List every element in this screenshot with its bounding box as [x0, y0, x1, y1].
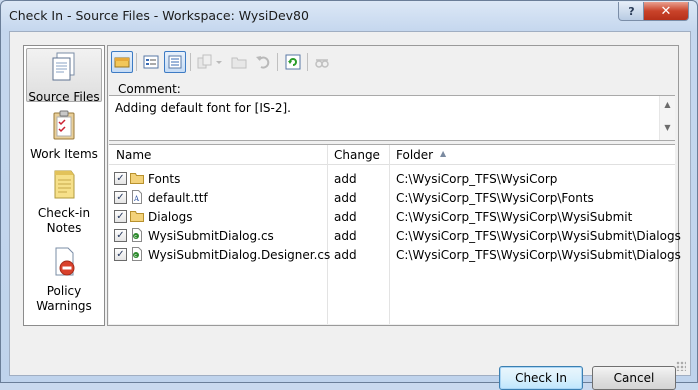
close-button[interactable]: ✕	[643, 2, 689, 21]
folder-path: C:\WysiCorp_TFS\WysiCorp\Fonts	[396, 191, 594, 205]
policy-warnings-icon	[55, 247, 75, 276]
nav-item-label: Source Files	[28, 90, 100, 104]
title-bar: Check In - Source Files - Workspace: Wys…	[1, 1, 697, 31]
nav-item-checkin-notes[interactable]: Check-in Notes	[26, 168, 102, 235]
checkin-notes-icon	[54, 170, 75, 199]
comment-scrollbar[interactable]: ▲ ▼	[659, 96, 675, 140]
toolbar-separator	[136, 53, 137, 71]
include-checkbox[interactable]: ✓	[114, 210, 127, 223]
source-files-icon	[52, 52, 75, 81]
folder-path: C:\WysiCorp_TFS\WysiCorp	[396, 172, 558, 186]
work-items-icon	[53, 110, 75, 140]
file-name: Dialogs	[148, 210, 193, 224]
file-name: default.ttf	[148, 191, 208, 205]
svg-text:c: c	[134, 234, 137, 240]
undo-button[interactable]	[252, 51, 274, 73]
shelve-icon	[114, 57, 130, 68]
column-header-change[interactable]: Change	[334, 148, 380, 162]
include-checkbox[interactable]: ✓	[114, 172, 127, 185]
refresh-button[interactable]	[282, 51, 304, 73]
refresh-icon	[285, 54, 301, 70]
include-checkbox[interactable]: ✓	[114, 248, 127, 261]
dialog-body: Source Files Work Items Check-in Notes P…	[9, 31, 691, 390]
change-type: add	[334, 229, 357, 243]
folder-path: C:\WysiCorp_TFS\WysiCorp\WysiSubmit\Dial…	[396, 248, 681, 262]
change-type: add	[334, 172, 357, 186]
check-in-button[interactable]: Check In	[499, 366, 583, 390]
table-row[interactable]: ✓ c WysiSubmitDialog.cs add C:\WysiCorp_…	[109, 226, 681, 245]
resize-grip-icon[interactable]	[676, 361, 686, 371]
comment-field[interactable]: Adding default font for [IS-2]. ▲ ▼	[109, 95, 675, 141]
nav-item-label: Policy Warnings	[36, 284, 92, 313]
folder-icon	[130, 211, 144, 222]
svg-text:A: A	[133, 195, 140, 203]
font-file-icon: A	[132, 190, 142, 204]
sort-ascending-icon: ▲	[440, 149, 447, 158]
compare-icon	[197, 54, 222, 69]
flat-view-button[interactable]	[140, 51, 162, 73]
shelve-button[interactable]	[111, 51, 133, 73]
window-title: Check In - Source Files - Workspace: Wys…	[9, 8, 309, 23]
csharp-file-icon: c	[132, 247, 142, 261]
compare-button[interactable]	[195, 51, 225, 73]
folder-icon	[130, 173, 144, 184]
table-row[interactable]: ✓ Dialogs add C:\WysiCorp_TFS\WysiCorp\W…	[109, 207, 675, 226]
comment-label: Comment:	[118, 82, 181, 96]
toolbar	[109, 47, 677, 77]
nav-item-work-items[interactable]: Work Items	[26, 109, 102, 161]
change-type: add	[334, 248, 357, 262]
nav-item-label: Work Items	[30, 147, 98, 161]
nav-item-policy-warnings[interactable]: Policy Warnings	[26, 246, 102, 316]
flat-view-icon	[143, 55, 159, 69]
source-files-panel: Comment: Adding default font for [IS-2].…	[107, 45, 681, 326]
scroll-down-icon[interactable]: ▼	[660, 123, 675, 132]
open-icon	[231, 57, 247, 69]
nav-item-label: Check-in Notes	[37, 206, 91, 235]
file-name: Fonts	[148, 172, 181, 186]
cancel-button[interactable]: Cancel	[592, 366, 676, 390]
toolbar-separator	[307, 53, 308, 71]
help-button[interactable]: ?	[618, 2, 645, 21]
include-checkbox[interactable]: ✓	[114, 229, 127, 242]
get-latest-icon	[315, 59, 329, 68]
column-header-name[interactable]: Name	[116, 148, 151, 162]
comment-text: Adding default font for [IS-2].	[115, 101, 291, 115]
list-header: Name Change Folder ▲	[109, 145, 675, 165]
svg-text:c: c	[134, 253, 137, 259]
undo-icon	[256, 56, 270, 69]
csharp-file-icon: c	[132, 228, 142, 242]
folder-path: C:\WysiCorp_TFS\WysiCorp\WysiSubmit\Dial…	[396, 229, 681, 243]
folder-view-button[interactable]	[164, 51, 186, 73]
check-in-dialog: Check In - Source Files - Workspace: Wys…	[0, 0, 698, 390]
nav-item-source-files[interactable]: Source Files	[26, 48, 102, 104]
table-row[interactable]: ✓ Fonts add C:\WysiCorp_TFS\WysiCorp	[109, 169, 675, 188]
folder-view-icon	[168, 55, 182, 69]
open-button[interactable]	[228, 51, 250, 73]
file-name: WysiSubmitDialog.cs	[148, 229, 274, 243]
pending-changes-list[interactable]: Name Change Folder ▲ ✓ Fonts add C:\Wysi…	[109, 144, 681, 324]
get-latest-button[interactable]	[311, 51, 333, 73]
include-checkbox[interactable]: ✓	[114, 191, 127, 204]
column-header-folder[interactable]: Folder	[396, 148, 433, 162]
channel-nav: Source Files Work Items Check-in Notes P…	[23, 45, 105, 326]
file-name: WysiSubmitDialog.Designer.cs	[148, 248, 331, 262]
scroll-up-icon[interactable]: ▲	[660, 100, 675, 109]
folder-path: C:\WysiCorp_TFS\WysiCorp\WysiSubmit	[396, 210, 633, 224]
change-type: add	[334, 210, 357, 224]
table-row[interactable]: ✓ c WysiSubmitDialog.Designer.cs add C:\…	[109, 245, 681, 264]
table-row[interactable]: ✓ A default.ttf add C:\WysiCorp_TFS\Wysi…	[109, 188, 675, 207]
toolbar-separator	[277, 53, 278, 71]
change-type: add	[334, 191, 357, 205]
toolbar-separator	[190, 53, 191, 71]
